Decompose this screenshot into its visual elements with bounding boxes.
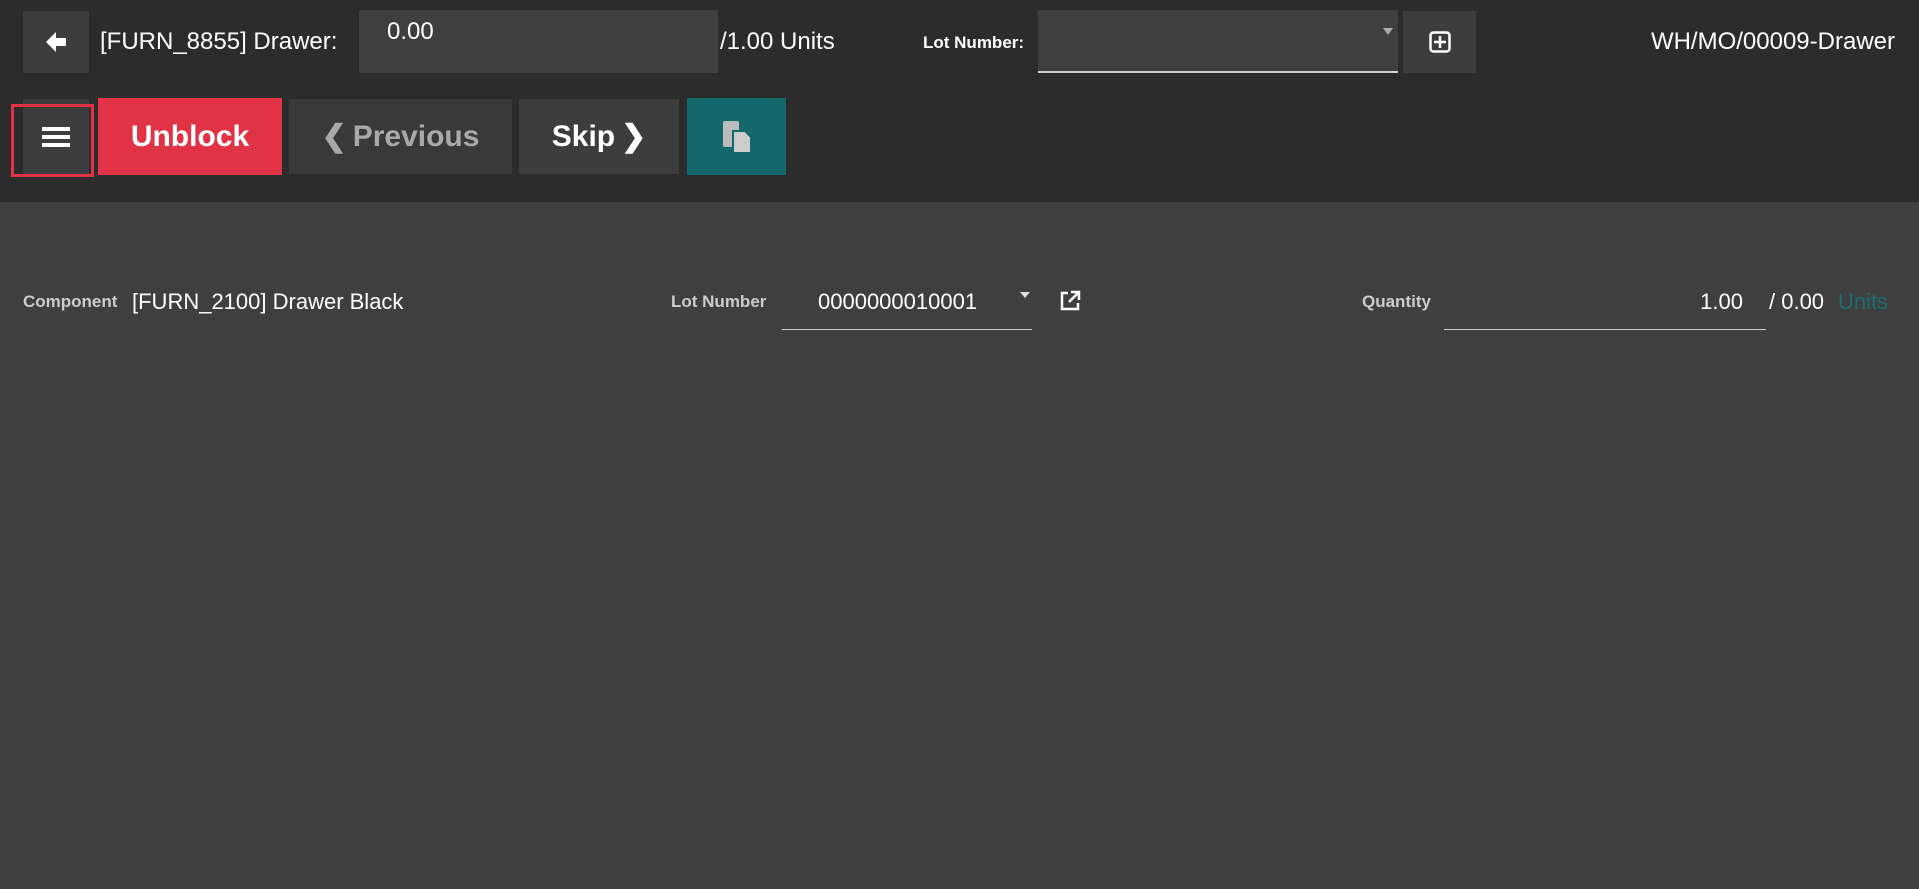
component-lot-label: Lot Number <box>671 292 767 311</box>
chevron-left-icon: ❮ <box>321 120 347 153</box>
skip-label: Skip <box>551 119 616 153</box>
quantity-label: Quantity <box>1362 292 1431 311</box>
uom-link[interactable]: Units <box>1838 289 1888 315</box>
arrow-left-icon <box>46 32 66 52</box>
menu-button-highlight <box>11 104 94 177</box>
caret-down-icon <box>1020 292 1030 298</box>
caret-down-icon <box>1383 28 1393 35</box>
quantity-input-value: 0.00 <box>387 18 434 45</box>
add-lot-button[interactable] <box>1403 11 1476 73</box>
work-order-reference: WH/MO/00009-Drawer <box>1650 28 1895 55</box>
documents-button[interactable] <box>687 98 786 175</box>
copy-document-icon <box>722 120 752 154</box>
external-link-button[interactable] <box>1058 289 1082 318</box>
previous-button[interactable]: ❮ Previous <box>289 99 512 174</box>
previous-label: Previous <box>352 119 480 153</box>
unblock-label: Unblock <box>130 119 250 153</box>
component-label: Component <box>23 292 118 311</box>
plus-square-icon <box>1428 31 1451 53</box>
back-button[interactable] <box>23 11 89 73</box>
component-lot-select[interactable]: 0000000010001 <box>782 280 1032 330</box>
skip-button[interactable]: Skip ❯ <box>519 99 679 174</box>
component-value: [FURN_2100] Drawer Black <box>132 289 404 314</box>
component-quantity-total: / 0.00 <box>1769 289 1825 314</box>
chevron-right-icon: ❯ <box>621 120 647 153</box>
component-lot-value: 0000000010001 <box>818 289 978 314</box>
external-link-icon <box>1060 290 1081 311</box>
lot-number-label: Lot Number: <box>923 33 1025 52</box>
quantity-total: /1.00 Units <box>720 28 835 55</box>
unblock-button[interactable]: Unblock <box>98 98 282 175</box>
quantity-input[interactable]: 0.00 <box>359 10 718 73</box>
product-label: [FURN_8855] Drawer: <box>100 28 338 55</box>
component-quantity-input[interactable]: 1.00 <box>1444 280 1766 330</box>
lot-number-select[interactable] <box>1038 10 1398 73</box>
component-quantity-value: 1.00 <box>1700 289 1743 314</box>
